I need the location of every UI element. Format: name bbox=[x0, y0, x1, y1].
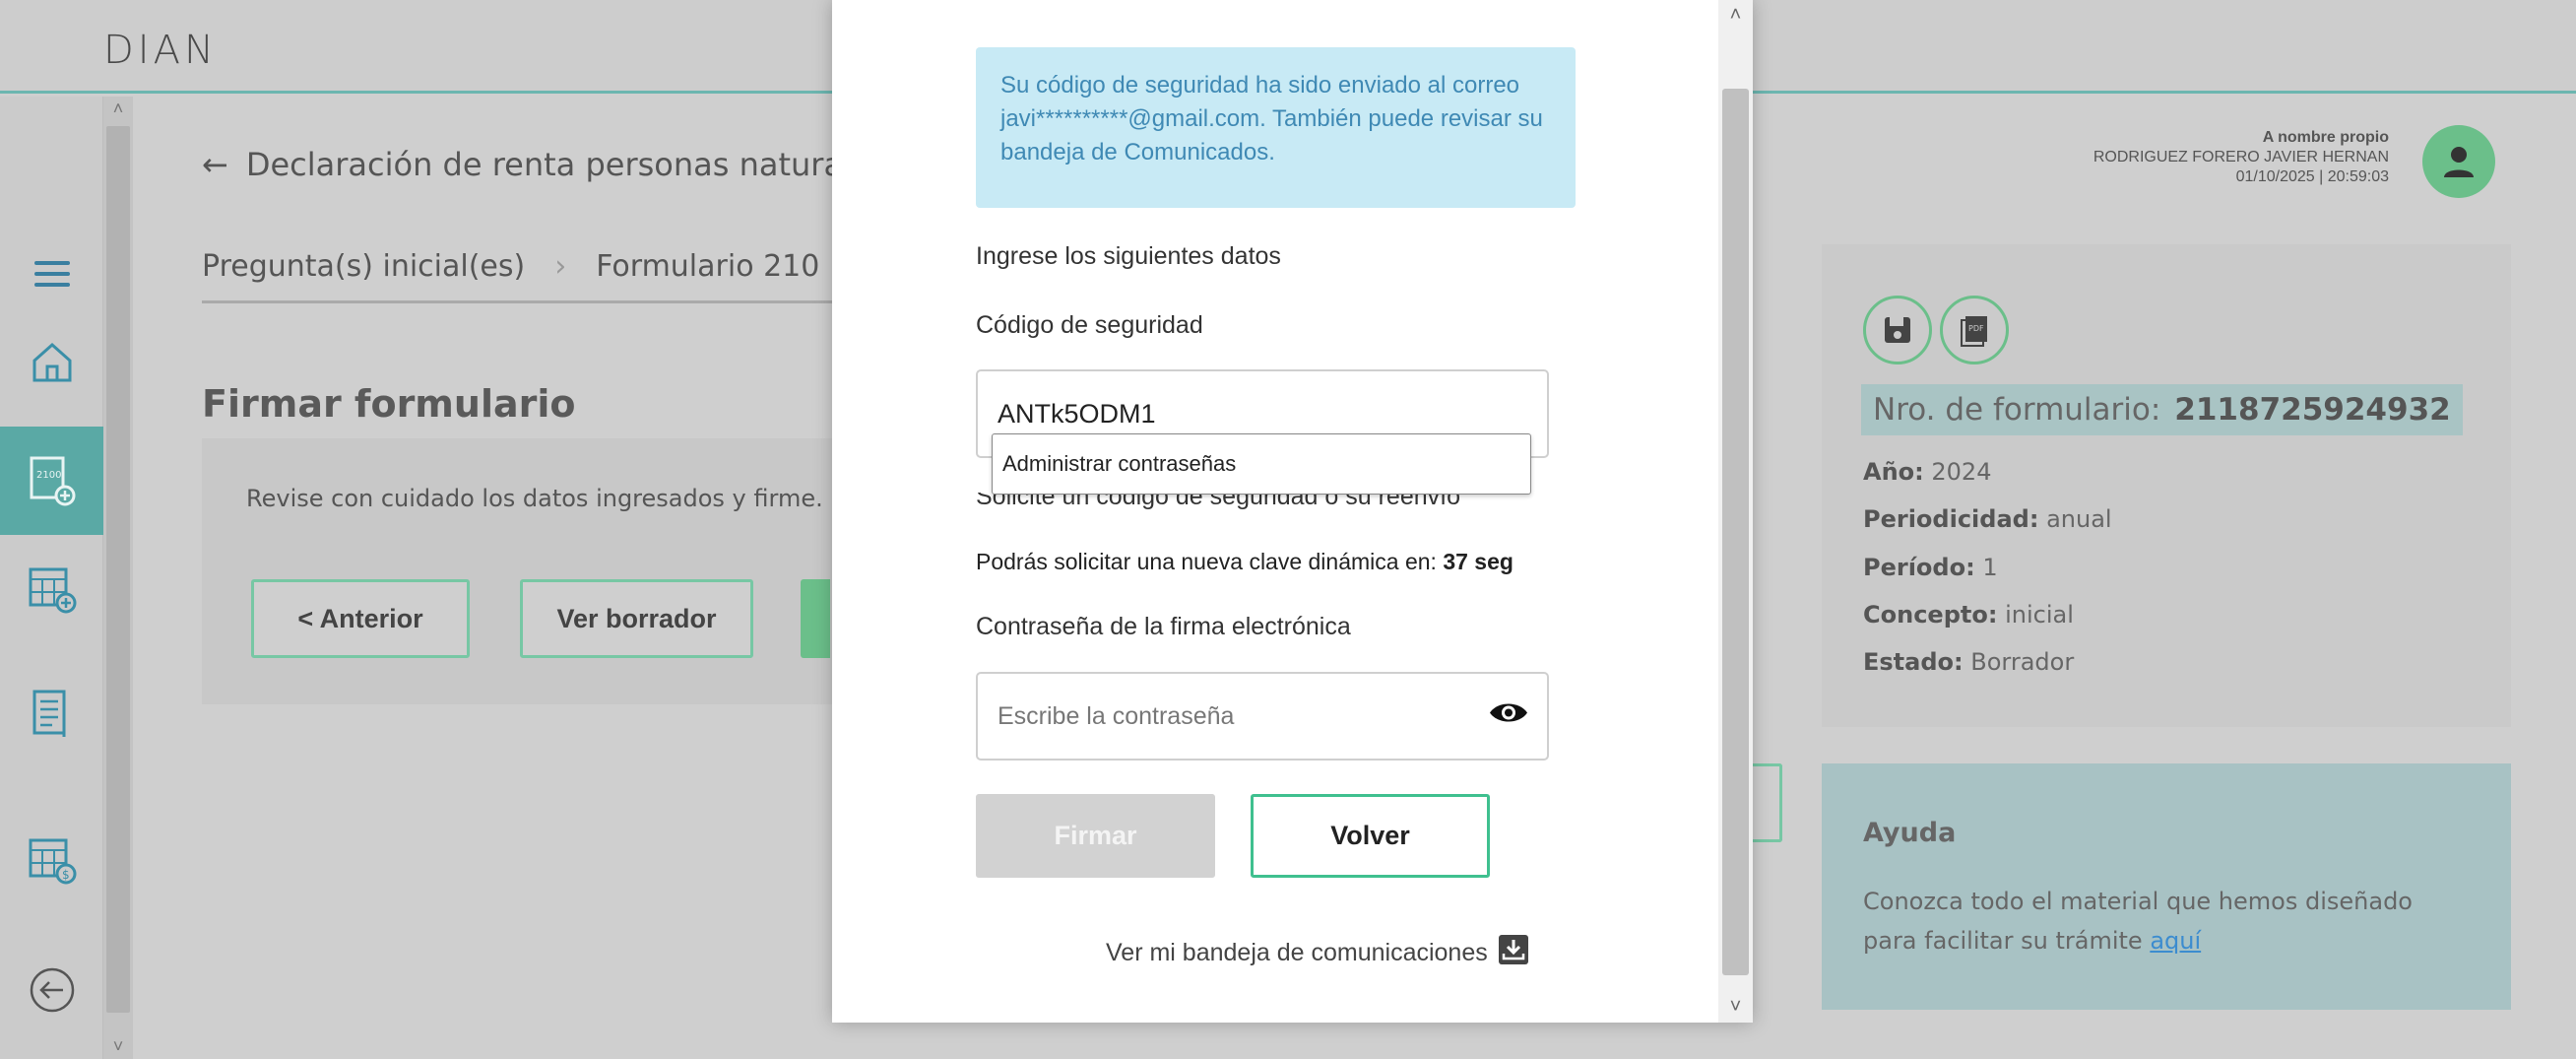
period-label: Período: bbox=[1863, 554, 1975, 581]
concept-row: Concepto: inicial bbox=[1863, 601, 2074, 629]
avatar[interactable] bbox=[2422, 125, 2495, 198]
save-icon[interactable] bbox=[1863, 296, 1932, 364]
password-input[interactable]: Escribe la contraseña bbox=[976, 672, 1549, 761]
view-draft-button[interactable]: Ver borrador bbox=[520, 579, 753, 658]
help-text: Conozca todo el material que hemos diseñ… bbox=[1863, 882, 2474, 960]
form-number-value: 2118725924932 bbox=[2174, 392, 2451, 428]
help-title: Ayuda bbox=[1863, 818, 1957, 848]
periodicity-label: Periodicidad: bbox=[1863, 505, 2039, 533]
sidebar-scrollbar[interactable]: ˄ ˅ bbox=[103, 97, 133, 1059]
form-number: Nro. de formulario: 2118725924932 bbox=[1861, 384, 2463, 435]
inbox-link[interactable]: Ver mi bandeja de comunicaciones bbox=[1106, 934, 1529, 972]
dian-logo: DIAN bbox=[103, 28, 218, 73]
password-placeholder: Escribe la contraseña bbox=[998, 701, 1235, 730]
year-value: 2024 bbox=[1931, 458, 1992, 486]
help-link[interactable]: aquí bbox=[2150, 927, 2201, 955]
inbox-link-label: Ver mi bandeja de comunicaciones bbox=[1106, 939, 1488, 966]
sign-button[interactable]: Firmar bbox=[976, 794, 1215, 878]
previous-button[interactable]: < Anterior bbox=[251, 579, 470, 658]
security-code-value: ANTk5ODM1 bbox=[998, 398, 1156, 429]
calendar-money-icon[interactable]: $ bbox=[0, 806, 103, 914]
svg-text:PDF: PDF bbox=[1968, 324, 1984, 333]
hidden-button-partial[interactable] bbox=[1753, 763, 1782, 842]
security-code-alert: Su código de seguridad ha sido enviado a… bbox=[976, 47, 1576, 208]
calendar-add-icon[interactable] bbox=[0, 535, 103, 643]
menu-icon[interactable] bbox=[34, 254, 70, 294]
svg-text:$: $ bbox=[62, 868, 70, 882]
period-row: Período: 1 bbox=[1863, 554, 1998, 581]
user-role: A nombre propio bbox=[2262, 129, 2389, 146]
password-label: Contraseña de la firma electrónica bbox=[976, 613, 1351, 640]
svg-text:2100: 2100 bbox=[36, 470, 61, 481]
form-add-icon[interactable]: 2100 bbox=[0, 427, 103, 535]
timer-text: Podrás solicitar una nueva clave dinámic… bbox=[976, 549, 1513, 575]
security-code-label: Código de seguridad bbox=[976, 311, 1203, 339]
enter-data-label: Ingrese los siguientes datos bbox=[976, 242, 1281, 270]
step-separator-icon: › bbox=[554, 249, 567, 284]
pdf-icon[interactable]: PDF bbox=[1940, 296, 2009, 364]
inbox-download-icon[interactable] bbox=[1498, 934, 1529, 972]
concept-value: inicial bbox=[2005, 601, 2074, 629]
step-initial-questions[interactable]: Pregunta(s) inicial(es) bbox=[202, 249, 525, 284]
user-info: A nombre propio RODRIGUEZ FORERO JAVIER … bbox=[2093, 128, 2389, 187]
show-password-eye-icon[interactable] bbox=[1488, 699, 1529, 734]
sidebar: 2100 $ bbox=[0, 97, 103, 1059]
collapse-sidebar-icon[interactable] bbox=[0, 936, 103, 1044]
steps-nav: Pregunta(s) inicial(es) › Formulario 210 bbox=[202, 249, 819, 284]
page-title: Firmar formulario bbox=[202, 382, 576, 426]
year-row: Año: 2024 bbox=[1863, 458, 1991, 486]
timer-value: 37 seg bbox=[1443, 549, 1513, 574]
periodicity-row: Periodicidad: anual bbox=[1863, 505, 2112, 533]
help-description: Conozca todo el material que hemos diseñ… bbox=[1863, 888, 2413, 955]
form-number-label: Nro. de formulario: bbox=[1873, 392, 2161, 428]
status-label: Estado: bbox=[1863, 648, 1964, 676]
user-name: RODRIGUEZ FORERO JAVIER HERNAN bbox=[2093, 149, 2389, 165]
manage-passwords-dropdown[interactable]: Administrar contraseñas bbox=[992, 433, 1531, 495]
user-datetime: 01/10/2025 | 20:59:03 bbox=[2235, 168, 2389, 185]
status-row: Estado: Borrador bbox=[1863, 648, 2074, 676]
instruction-text: Revise con cuidado los datos ingresados … bbox=[246, 485, 823, 512]
back-arrow-icon[interactable]: ← bbox=[202, 146, 228, 183]
sign-card bbox=[202, 438, 832, 704]
periodicity-value: anual bbox=[2046, 505, 2112, 533]
timer-label: Podrás solicitar una nueva clave dinámic… bbox=[976, 549, 1437, 574]
sign-button-partial[interactable] bbox=[801, 579, 830, 658]
breadcrumb[interactable]: ← Declaración de renta personas naturales… bbox=[202, 146, 908, 183]
period-value: 1 bbox=[1982, 554, 1998, 581]
breadcrumb-title: Declaración de renta personas naturales … bbox=[245, 146, 909, 183]
status-value: Borrador bbox=[1970, 648, 2075, 676]
steps-underline bbox=[202, 300, 832, 303]
modal-scrollbar[interactable]: ˄ ˅ bbox=[1718, 0, 1753, 1023]
back-button[interactable]: Volver bbox=[1251, 794, 1490, 878]
concept-label: Concepto: bbox=[1863, 601, 1998, 629]
year-label: Año: bbox=[1863, 458, 1924, 486]
document-list-icon[interactable] bbox=[0, 660, 103, 768]
home-icon[interactable] bbox=[0, 308, 103, 417]
step-form-210[interactable]: Formulario 210 bbox=[596, 249, 819, 284]
